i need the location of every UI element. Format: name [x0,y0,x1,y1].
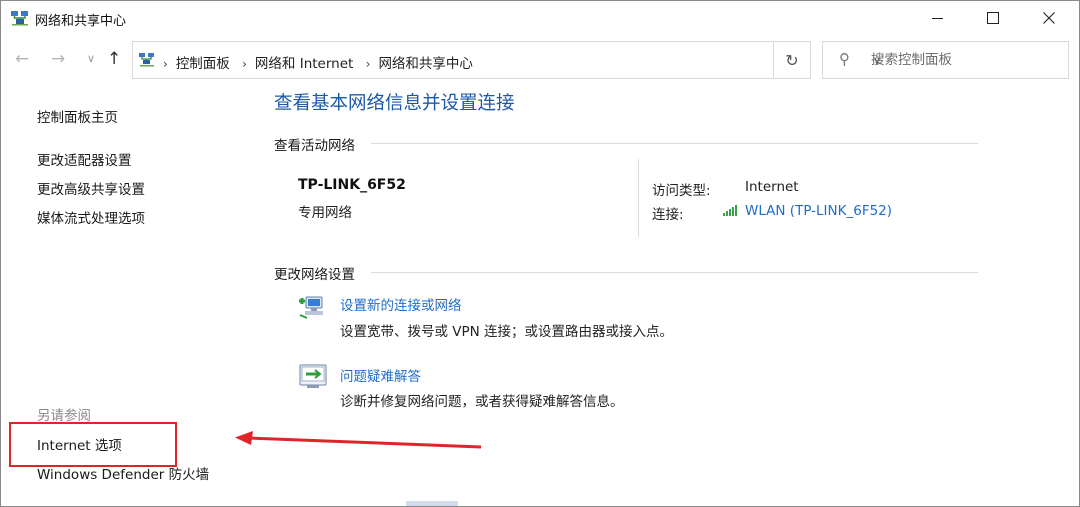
network-category[interactable]: 专用网络 [298,201,352,221]
link-change-adapter-settings[interactable]: 更改适配器设置 [37,149,132,169]
section-divider [371,272,978,273]
access-type-value: Internet [745,179,799,195]
breadcrumb-control-panel[interactable]: 控制面板 [176,56,230,72]
breadcrumb-network-sharing-center[interactable]: 网络和共享中心 [378,56,473,72]
annotation-arrow-icon [235,431,482,449]
search-icon: ⚲ [839,50,850,68]
title-bar: 网络和共享中心 [1,1,1079,35]
search-input[interactable] [871,50,1061,70]
troubleshoot-icon [299,364,327,388]
network-location-icon [139,53,154,67]
address-bar[interactable]: › 控制面板 › 网络和 Internet › 网络和共享中心 ∨ [132,41,881,79]
page-title: 查看基本网络信息并设置连接 [274,93,515,114]
close-button[interactable] [1023,1,1075,35]
recent-locations-button[interactable]: ∨ [87,52,95,65]
breadcrumb: › 控制面板 › 网络和 Internet › 网络和共享中心 [163,52,473,72]
link-control-panel-home[interactable]: 控制面板主页 [37,106,118,126]
setup-new-connection-description: 设置宽带、拨号或 VPN 连接；或设置路由器或接入点。 [340,324,674,340]
connection-wlan-link[interactable]: WLAN (TP-LINK_6F52) [745,203,892,219]
up-button[interactable]: ↑ [107,49,121,69]
see-also-heading: 另请参阅 [37,408,91,424]
annotation-highlight-box [9,422,177,467]
breadcrumb-network-internet[interactable]: 网络和 Internet [255,56,353,72]
breadcrumb-separator-icon[interactable]: › [163,57,168,71]
network-name: TP-LINK_6F52 [298,177,406,193]
clipped-content [406,501,458,506]
network-sharing-center-window: 网络和共享中心 ← → ∨ ↑ › 控制面板 › 网络和 Internet › 网络和… [0,0,1080,507]
forward-button[interactable]: → [51,49,65,69]
network-app-icon [11,11,28,26]
setup-new-connection-link[interactable]: 设置新的连接或网络 [340,294,462,314]
minimize-icon [931,17,943,19]
section-divider [371,143,978,144]
breadcrumb-separator-icon[interactable]: › [366,57,371,71]
troubleshoot-problems-description: 诊断并修复网络问题，或者获得疑难解答信息。 [340,394,624,410]
breadcrumb-separator-icon[interactable]: › [242,57,247,71]
maximize-icon [987,12,999,24]
active-networks-heading: 查看活动网络 [274,138,355,154]
window-title: 网络和共享中心 [35,14,127,29]
search-box[interactable]: ⚲ [822,41,1069,79]
maximize-button[interactable] [967,1,1019,35]
link-change-advanced-sharing[interactable]: 更改高级共享设置 [37,178,145,198]
navigation-bar: ← → ∨ ↑ › 控制面板 › 网络和 Internet › 网络和共享中心 ∨ ↻… [1,41,1079,79]
minimize-button[interactable] [911,1,963,35]
connections-label: 连接: [652,207,684,223]
back-button[interactable]: ← [15,49,29,69]
troubleshoot-problems-link[interactable]: 问题疑难解答 [340,365,421,385]
close-icon [1043,12,1055,24]
wifi-signal-icon [723,205,737,216]
change-settings-heading: 更改网络设置 [274,267,355,283]
vertical-divider [638,159,639,237]
new-connection-icon [299,296,323,319]
access-type-label: 访问类型: [652,183,711,199]
link-media-streaming-options[interactable]: 媒体流式处理选项 [37,207,145,227]
refresh-button[interactable]: ↻ [774,41,811,79]
